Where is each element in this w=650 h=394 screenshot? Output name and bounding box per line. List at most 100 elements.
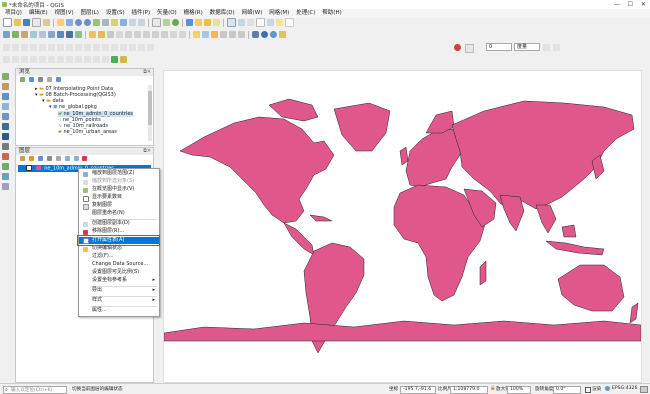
add-oracle-layer-icon[interactable] — [2, 153, 9, 160]
remove-layer-icon[interactable] — [82, 156, 88, 161]
measure-icon[interactable] — [267, 19, 274, 26]
python-icon[interactable] — [261, 31, 268, 38]
save-edits-icon[interactable] — [107, 31, 114, 38]
rotate-feature-icon[interactable] — [12, 44, 19, 51]
refresh-icon[interactable] — [172, 19, 179, 26]
advanced-digitize-icon[interactable] — [3, 44, 10, 51]
pan-icon[interactable] — [57, 19, 64, 26]
layers-panel-close-icon[interactable]: ⧉✕ — [143, 148, 151, 155]
maximize-button[interactable]: ☐ — [628, 1, 633, 8]
open-styling-icon[interactable] — [20, 156, 25, 161]
merge-attributes-icon[interactable] — [120, 44, 127, 51]
close-button[interactable]: ✕ — [641, 1, 646, 8]
magnet-snapping-icon[interactable] — [454, 44, 461, 51]
layout-manager-icon[interactable] — [43, 19, 50, 26]
zoom-native-icon[interactable] — [93, 19, 100, 26]
label-pin-icon[interactable] — [202, 31, 209, 38]
add-ring-icon[interactable] — [30, 44, 37, 51]
lock-scale-icon[interactable]: 🔒 — [490, 386, 496, 391]
plugin-l-icon[interactable] — [102, 56, 109, 63]
pan-to-selection-icon[interactable] — [66, 19, 73, 26]
new-map-view-icon[interactable] — [152, 18, 161, 27]
collapse-all-layers-icon[interactable] — [73, 156, 79, 161]
add-wfs-layer-icon[interactable] — [2, 173, 9, 180]
edit-pencil-icon[interactable] — [98, 31, 105, 38]
label-icon[interactable] — [193, 31, 200, 38]
zoom-in-icon[interactable] — [75, 19, 82, 26]
offset-curve-icon[interactable] — [84, 44, 91, 51]
add-csv-icon[interactable] — [39, 31, 46, 38]
menu-item-change-data-source[interactable]: Change Data Source... — [79, 261, 159, 269]
delete-icon[interactable] — [134, 31, 141, 38]
menu-item-export[interactable]: 导出 ▸ — [79, 287, 159, 295]
zoom-full-icon[interactable] — [102, 19, 109, 26]
add-mesh-layer-icon[interactable] — [2, 93, 9, 100]
menu-item-zoom-to-selection[interactable]: 缩放到所选对象(S) — [79, 178, 159, 186]
sum-icon[interactable] — [256, 18, 265, 27]
plugin-d-icon[interactable] — [30, 56, 37, 63]
tracing-icon[interactable] — [553, 44, 560, 51]
add-vector-layer-icon[interactable] — [2, 73, 9, 80]
menu-item-set-crs[interactable]: 设置坐标参考系 ▸ — [79, 277, 159, 285]
add-wms-icon[interactable] — [75, 31, 82, 38]
snap-options-icon[interactable] — [465, 44, 474, 53]
menu-item-filter[interactable]: 过滤(F)... — [79, 253, 159, 261]
add-mesh-icon[interactable] — [30, 31, 37, 38]
new-project-icon[interactable] — [3, 18, 12, 27]
deselect-icon[interactable] — [213, 19, 220, 26]
plugin-a-icon[interactable] — [3, 56, 10, 63]
add-spatialite-icon[interactable] — [57, 31, 64, 38]
menu-item-show-in-overview[interactable]: 在概览图中显示(V) — [79, 186, 159, 194]
minimize-button[interactable]: — — [614, 1, 620, 8]
add-wcs-layer-icon[interactable] — [2, 183, 9, 190]
add-mssql-layer-icon[interactable] — [2, 143, 9, 150]
print-layout-icon[interactable] — [32, 18, 41, 27]
panel-close-icon[interactable]: ⧉✕ — [143, 69, 151, 76]
cut-icon[interactable] — [143, 31, 150, 38]
add-part-icon[interactable] — [39, 44, 46, 51]
refresh-browser-icon[interactable] — [28, 77, 34, 82]
tree-item-urban-areas[interactable]: ▰ ne_10m_urban_areas — [58, 129, 117, 135]
annotation-icon[interactable] — [276, 19, 283, 26]
data-source-manager-icon[interactable] — [3, 31, 10, 38]
tips-icon[interactable] — [285, 18, 294, 27]
add-geopackage-layer-icon[interactable] — [2, 113, 9, 120]
add-delimited-text-icon[interactable] — [2, 103, 9, 110]
delete-ring-icon[interactable] — [57, 44, 64, 51]
menu-item-toggle-editing[interactable]: 切换编辑状态 — [79, 245, 159, 253]
add-group-icon[interactable] — [28, 156, 34, 161]
attribute-table-icon[interactable] — [227, 18, 236, 27]
tree-item-geopackage[interactable]: ▾ ◼ ne_global.gpkg — [49, 104, 97, 110]
delete-part-icon[interactable] — [66, 44, 73, 51]
vertex-tool-icon[interactable] — [125, 31, 132, 38]
statistics-icon[interactable] — [247, 19, 254, 26]
menu-item-set-scale-visibility[interactable]: 设置图层可见比例(S) — [79, 269, 159, 277]
merge-icon[interactable] — [111, 44, 118, 51]
add-raster-layer-icon[interactable] — [2, 83, 9, 90]
collapse-all-icon[interactable] — [46, 77, 52, 82]
render-checkbox[interactable] — [585, 386, 591, 393]
plugin-k-icon[interactable] — [93, 56, 100, 63]
add-geopackage-icon[interactable] — [48, 31, 55, 38]
label-show-icon[interactable] — [211, 31, 218, 38]
database-icon[interactable] — [252, 31, 259, 38]
map-canvas[interactable] — [163, 70, 642, 383]
zoom-layer-icon[interactable] — [120, 19, 127, 26]
paste-icon[interactable] — [161, 31, 168, 38]
add-postgis-layer-icon[interactable] — [2, 133, 9, 140]
add-wms-layer-icon[interactable] — [2, 163, 9, 170]
plugin-e-icon[interactable] — [39, 56, 46, 63]
add-vector-icon[interactable] — [12, 31, 19, 38]
topology-icon[interactable] — [543, 44, 550, 51]
units-dropdown[interactable]: 度量 — [514, 43, 540, 51]
select-feature-icon[interactable] — [195, 19, 202, 26]
plugin-c-icon[interactable] — [21, 56, 28, 63]
plugin-g-icon[interactable] — [57, 56, 64, 63]
menu-item-properties[interactable]: 属性... — [79, 307, 159, 315]
temporal-icon[interactable] — [163, 19, 170, 26]
expand-all-icon[interactable] — [64, 156, 70, 161]
manage-themes-icon[interactable] — [37, 156, 43, 161]
redo-icon[interactable] — [179, 31, 186, 38]
locator-search-input[interactable]: ⌕ 输入以定位(Ctrl+K) — [3, 385, 67, 394]
plugin-f-icon[interactable] — [48, 56, 55, 63]
